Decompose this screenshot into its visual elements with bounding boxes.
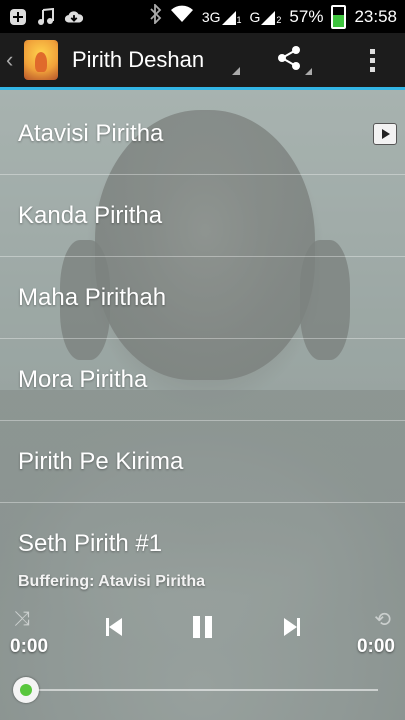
elapsed-time: 0:00: [10, 636, 49, 657]
app-icon[interactable]: [24, 40, 58, 80]
share-button[interactable]: [274, 43, 312, 77]
list-item[interactable]: Kanda Piritha: [0, 175, 405, 257]
list-item[interactable]: Mora Piritha: [0, 339, 405, 421]
total-duration: 0:00: [356, 636, 395, 657]
next-button[interactable]: [280, 612, 304, 642]
page-title[interactable]: Pirith Deshan: [72, 47, 222, 73]
track-title: Maha Pirithah: [18, 283, 167, 311]
list-item[interactable]: Maha Pirithah: [0, 257, 405, 339]
seek-thumb[interactable]: [13, 677, 39, 703]
wifi-icon: [170, 5, 194, 28]
signal-bars-icon: [261, 10, 276, 25]
clock: 23:58: [354, 6, 397, 26]
spinner-indicator-icon: [232, 67, 240, 75]
status-bar: 3G 1 G 2 57% 23:58: [0, 0, 405, 33]
network-type-2: G: [249, 8, 261, 25]
cloud-download-icon: [64, 7, 84, 27]
battery-percent: 57%: [289, 6, 324, 26]
overflow-menu-icon[interactable]: [370, 48, 375, 72]
network-type-1: 3G: [201, 8, 221, 25]
shuffle-icon[interactable]: ⤨: [14, 604, 30, 634]
track-list: Atavisi Piritha Kanda Piritha Maha Pirit…: [0, 93, 405, 584]
list-item[interactable]: Seth Pirith #1: [0, 503, 405, 584]
repeat-icon[interactable]: ⟲: [374, 604, 391, 634]
back-chevron-icon[interactable]: ‹: [0, 47, 20, 73]
action-bar: ‹ Pirith Deshan: [0, 33, 405, 90]
share-icon: [278, 46, 300, 70]
signal-bars-icon: [221, 10, 236, 25]
track-title: Kanda Piritha: [18, 201, 163, 229]
list-item[interactable]: Atavisi Piritha: [0, 93, 405, 175]
track-title: Atavisi Piritha: [18, 119, 164, 147]
list-item[interactable]: Pirith Pe Kirima: [0, 421, 405, 503]
signal-sim2: G 2: [249, 8, 282, 25]
music-icon: [36, 7, 56, 27]
sim-number-2: 2: [276, 14, 282, 25]
add-icon: [8, 7, 28, 27]
sim-number-1: 1: [236, 14, 242, 25]
track-title: Seth Pirith #1: [18, 529, 163, 557]
skip-next-icon: [284, 618, 297, 636]
signal-sim1: 3G 1: [202, 9, 242, 25]
pause-button[interactable]: [190, 612, 214, 642]
battery-icon: [331, 4, 347, 29]
share-dropdown-indicator: [305, 68, 312, 75]
track-title: Pirith Pe Kirima: [18, 447, 184, 475]
buffering-status: Buffering: Atavisi Piritha: [18, 573, 205, 590]
seek-bar[interactable]: [28, 689, 378, 691]
now-playing-icon[interactable]: [373, 123, 397, 145]
track-title: Mora Piritha: [18, 365, 148, 393]
previous-button[interactable]: [102, 612, 126, 642]
bluetooth-icon: [150, 2, 162, 29]
pause-icon: [192, 616, 200, 638]
